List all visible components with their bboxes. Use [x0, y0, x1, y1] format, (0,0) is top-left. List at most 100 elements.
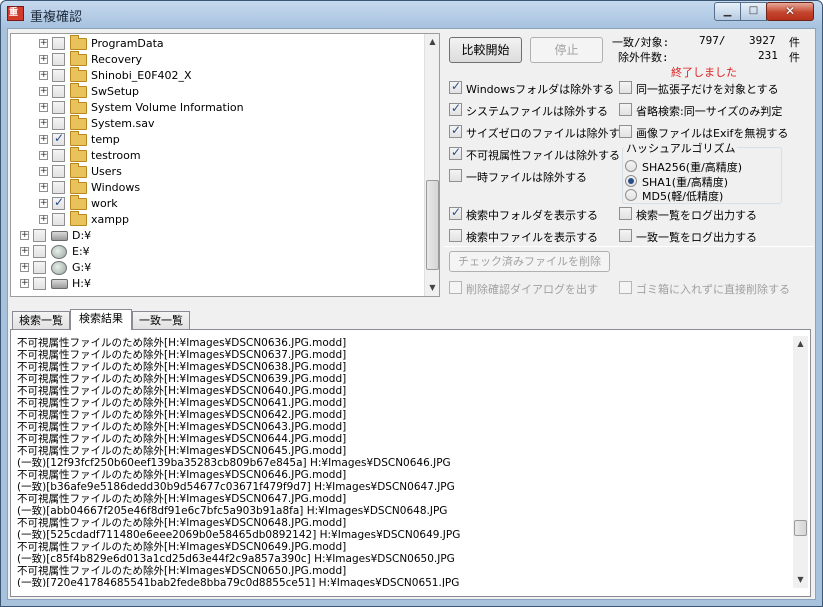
- check-icon: ✓: [451, 101, 462, 115]
- tree-checkbox[interactable]: [33, 277, 46, 290]
- tree-checkbox[interactable]: ✓: [52, 131, 65, 146]
- expand-icon[interactable]: +: [20, 231, 29, 240]
- tree-item[interactable]: + ProgramData: [11, 35, 426, 52]
- tab-search-results[interactable]: 検索結果: [70, 309, 132, 330]
- tree-item[interactable]: + SwSetup: [11, 83, 426, 100]
- expand-icon[interactable]: +: [39, 183, 48, 192]
- tree-item[interactable]: + Recovery: [11, 51, 426, 68]
- tree-item-label: Windows: [91, 181, 141, 194]
- expand-icon[interactable]: +: [39, 135, 48, 144]
- checkbox-box[interactable]: ✓: [449, 79, 462, 94]
- checkbox-box[interactable]: [449, 229, 462, 242]
- scroll-thumb[interactable]: [426, 180, 439, 270]
- tree-item[interactable]: + System.sav: [11, 115, 426, 132]
- tree-item[interactable]: + H:¥: [11, 276, 426, 292]
- tree-checkbox[interactable]: [52, 165, 65, 178]
- tree-item[interactable]: + E:¥: [11, 244, 426, 260]
- expand-icon[interactable]: +: [39, 167, 48, 176]
- checkbox-box[interactable]: [449, 169, 462, 182]
- results-scrollbar[interactable]: ▲ ▼: [793, 336, 808, 588]
- count-unit: 件: [789, 36, 800, 49]
- tree-item[interactable]: + ✓ temp: [11, 131, 426, 148]
- tree-item-label: System.sav: [91, 117, 155, 130]
- delete-checked-files-button[interactable]: チェック済みファイルを削除: [449, 251, 610, 272]
- tree-checkbox[interactable]: [52, 85, 65, 98]
- checkbox-box[interactable]: [449, 281, 462, 294]
- checkbox-box[interactable]: [619, 81, 632, 94]
- log-line: 不可視属性ファイルのため除外[H:¥Images¥DSCN0638.JPG.mo…: [17, 361, 347, 373]
- tree-item[interactable]: + G:¥: [11, 260, 426, 276]
- scroll-up-arrow-icon[interactable]: ▲: [793, 336, 808, 352]
- tab-search-list[interactable]: 検索一覧: [12, 311, 70, 330]
- stop-button[interactable]: 停止: [530, 37, 603, 63]
- expand-icon[interactable]: +: [20, 263, 29, 272]
- folder-icon: [70, 99, 87, 114]
- radio-dot[interactable]: [625, 160, 637, 172]
- tree-checkbox[interactable]: [52, 149, 65, 162]
- checkbox-box[interactable]: ✓: [449, 145, 462, 160]
- expand-icon[interactable]: +: [39, 39, 48, 48]
- network-drive-icon: [51, 261, 67, 275]
- tree-checkbox[interactable]: [52, 37, 65, 50]
- tree-item[interactable]: + System Volume Information: [11, 99, 426, 116]
- scroll-down-arrow-icon[interactable]: ▼: [425, 280, 439, 296]
- maximize-button[interactable]: □: [740, 2, 767, 21]
- expand-icon[interactable]: +: [20, 247, 29, 256]
- tree-item[interactable]: + D:¥: [11, 228, 426, 244]
- tree-checkbox[interactable]: [33, 245, 46, 258]
- tree-checkbox[interactable]: [52, 117, 65, 130]
- minimize-button[interactable]: ▁: [714, 2, 741, 21]
- close-icon: ✕: [784, 4, 796, 18]
- tree-item[interactable]: + xampp: [11, 211, 426, 228]
- tree-scrollbar[interactable]: ▲ ▼: [424, 34, 439, 296]
- expand-icon[interactable]: +: [39, 215, 48, 224]
- expand-icon[interactable]: +: [39, 151, 48, 160]
- checkbox-box[interactable]: [619, 125, 632, 138]
- scroll-thumb[interactable]: [794, 520, 807, 536]
- tree-checkbox[interactable]: [52, 213, 65, 226]
- title-bar[interactable]: 重 重複確認 ▁ □ ✕: [1, 1, 822, 27]
- checkbox-box[interactable]: ✓: [449, 101, 462, 116]
- scroll-up-arrow-icon[interactable]: ▲: [425, 34, 439, 50]
- tree-checkbox[interactable]: [33, 229, 46, 242]
- tab-match-list[interactable]: 一致一覧: [132, 311, 190, 330]
- checkbox-box[interactable]: ✓: [449, 123, 462, 138]
- tree-checkbox[interactable]: [33, 261, 46, 274]
- scroll-down-arrow-icon[interactable]: ▼: [793, 572, 808, 588]
- checkbox-box[interactable]: [619, 229, 632, 242]
- results-log[interactable]: 不可視属性ファイルのため除外[H:¥Images¥DSCN0636.JPG.mo…: [17, 337, 787, 587]
- expand-icon[interactable]: +: [39, 199, 48, 208]
- folder-tree[interactable]: ▲ ▼ + ProgramData + Recovery + Shinobi_E0F402…: [10, 33, 440, 297]
- radio-dot[interactable]: [625, 175, 637, 187]
- tree-checkbox[interactable]: ✓: [52, 195, 65, 210]
- target-count: 3927: [749, 34, 776, 47]
- close-button[interactable]: ✕: [766, 2, 814, 21]
- tree-item[interactable]: + Shinobi_E0F402_X: [11, 67, 426, 84]
- checkbox-box[interactable]: ✓: [449, 205, 462, 220]
- minimize-icon: ▁: [723, 6, 732, 17]
- radio-dot[interactable]: [625, 189, 637, 201]
- checkbox-box[interactable]: [619, 103, 632, 116]
- checkbox-box[interactable]: [619, 207, 632, 220]
- checkbox-box[interactable]: [619, 281, 632, 294]
- option-label: 削除確認ダイアログを出す: [466, 283, 598, 296]
- tree-checkbox[interactable]: [52, 181, 65, 194]
- compare-start-button[interactable]: 比較開始: [449, 37, 522, 63]
- tree-item[interactable]: + Windows: [11, 179, 426, 196]
- expand-icon[interactable]: +: [39, 55, 48, 64]
- expand-icon[interactable]: +: [39, 119, 48, 128]
- tree-item[interactable]: + testroom: [11, 147, 426, 164]
- expand-icon[interactable]: +: [20, 279, 29, 288]
- option-label: システムファイルは除外する: [466, 105, 609, 118]
- tree-item[interactable]: + Users: [11, 163, 426, 180]
- tree-checkbox[interactable]: [52, 53, 65, 66]
- log-line: 不可視属性ファイルのため除外[H:¥Images¥DSCN0645.JPG.mo…: [17, 445, 347, 457]
- expand-icon[interactable]: +: [39, 103, 48, 112]
- tree-checkbox[interactable]: [52, 101, 65, 114]
- tree-item[interactable]: + ✓ work: [11, 195, 426, 212]
- log-line: 不可視属性ファイルのため除外[H:¥Images¥DSCN0642.JPG.mo…: [17, 409, 347, 421]
- expand-icon[interactable]: +: [39, 71, 48, 80]
- expand-icon[interactable]: +: [39, 87, 48, 96]
- radio-label: MD5(軽/低精度): [642, 190, 724, 203]
- tree-checkbox[interactable]: [52, 69, 65, 82]
